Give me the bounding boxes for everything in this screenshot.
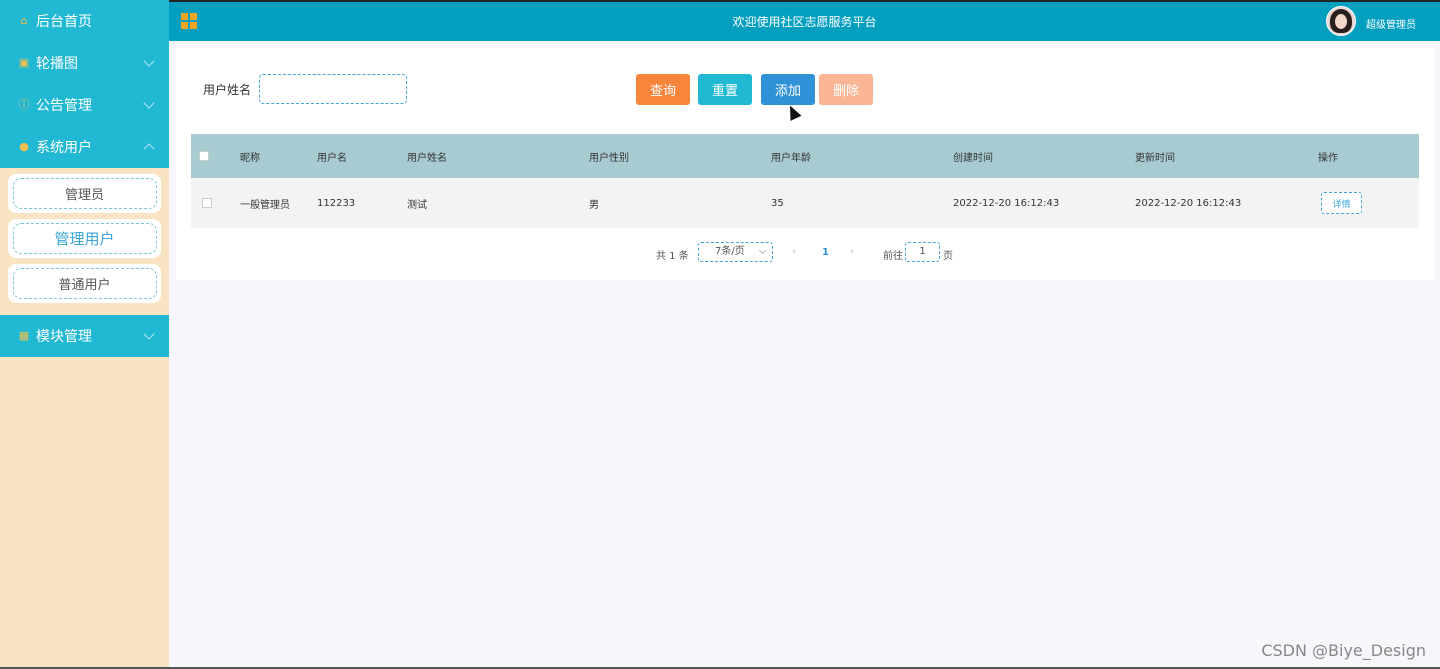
- column-header-age: 用户年龄: [771, 152, 811, 164]
- page-size-value: 7条/页: [715, 246, 745, 257]
- user-name[interactable]: 超级管理员: [1366, 16, 1416, 31]
- cell-created: 2022-12-20 16:12:43: [953, 197, 1060, 209]
- content-panel: 用户姓名 查询 重置 添加 删除 昵称 用户名 用户姓名 用户性别 用户年龄 创…: [176, 48, 1434, 280]
- goto-label: 前往: [883, 251, 903, 262]
- cell-nickname: 一般管理员: [240, 199, 290, 211]
- search-label: 用户姓名: [203, 83, 252, 97]
- watermark: CSDN @Biye_Design: [1261, 641, 1426, 660]
- top-header: 欢迎使用社区志愿服务平台 超级管理员: [169, 0, 1440, 41]
- page-title: 欢迎使用社区志愿服务平台: [732, 15, 877, 29]
- column-header-created: 创建时间: [953, 152, 993, 164]
- page-size-select[interactable]: 7条/页: [698, 242, 773, 262]
- chevron-down-icon: [143, 97, 155, 109]
- goto-page-input[interactable]: 1: [905, 242, 940, 262]
- user-icon: ●: [19, 140, 29, 153]
- info-icon: ⓘ: [18, 98, 30, 111]
- sidebar-item-label: 后台首页: [36, 14, 92, 30]
- chevron-up-icon: [143, 143, 155, 155]
- cell-gender: 男: [589, 199, 599, 211]
- select-all-checkbox[interactable]: [199, 151, 209, 161]
- image-icon: ▣: [18, 56, 30, 69]
- row-checkbox[interactable]: [202, 198, 212, 208]
- detail-button[interactable]: 详情: [1321, 192, 1362, 214]
- chevron-down-icon: [758, 246, 767, 255]
- sidebar-item-label: 系统用户: [36, 140, 92, 156]
- chevron-down-icon: [143, 328, 155, 340]
- submenu-item-label: 管理用户: [12, 223, 157, 254]
- mouse-cursor-icon: [784, 103, 802, 121]
- submenu-item-admin[interactable]: 管理员: [8, 174, 161, 213]
- search-input[interactable]: [259, 74, 407, 104]
- pagination-total: 共 1 条: [656, 251, 689, 262]
- page-number[interactable]: 1: [822, 247, 829, 258]
- sidebar-item-carousel[interactable]: ▣ 轮播图: [0, 42, 169, 84]
- table-header: 昵称 用户名 用户姓名 用户性别 用户年龄 创建时间 更新时间 操作: [191, 134, 1419, 178]
- cell-updated: 2022-12-20 16:12:43: [1135, 197, 1242, 209]
- cell-username: 112233: [317, 197, 356, 209]
- sidebar-item-system-users[interactable]: ● 系统用户: [0, 126, 169, 168]
- sidebar-item-announcements[interactable]: ⓘ 公告管理: [0, 84, 169, 126]
- submenu-item-label: 普通用户: [12, 268, 157, 299]
- submenu-item-regular-users[interactable]: 普通用户: [8, 264, 161, 303]
- avatar[interactable]: [1326, 6, 1356, 36]
- next-page-icon[interactable]: ›: [850, 246, 854, 257]
- column-header-realname: 用户姓名: [407, 152, 447, 164]
- sidebar-item-home[interactable]: ⌂ 后台首页: [0, 0, 169, 42]
- sidebar-item-label: 轮播图: [36, 56, 78, 72]
- users-table: 昵称 用户名 用户姓名 用户性别 用户年龄 创建时间 更新时间 操作 一般管理员…: [191, 134, 1419, 228]
- submenu-system-users: 管理员 管理用户 普通用户: [0, 168, 169, 315]
- reset-button[interactable]: 重置: [698, 74, 752, 105]
- prev-page-icon[interactable]: ‹: [792, 246, 796, 257]
- table-row: 一般管理员 112233 测试 男 35 2022-12-20 16:12:43…: [191, 178, 1419, 228]
- delete-button[interactable]: 删除: [819, 74, 873, 105]
- sidebar-item-label: 公告管理: [36, 98, 92, 114]
- sidebar-item-modules[interactable]: ▦ 模块管理: [0, 315, 169, 357]
- cell-age: 35: [771, 197, 784, 209]
- sidebar: ⌂ 后台首页 ▣ 轮播图 ⓘ 公告管理 ● 系统用户 管理员 管理用户 普通用户…: [0, 0, 169, 669]
- query-button[interactable]: 查询: [636, 74, 690, 105]
- goto-suffix: 页: [943, 251, 953, 262]
- column-header-updated: 更新时间: [1135, 152, 1175, 164]
- home-icon: ⌂: [20, 14, 28, 27]
- add-button[interactable]: 添加: [761, 74, 815, 105]
- submenu-item-label: 管理员: [12, 178, 157, 209]
- chevron-down-icon: [143, 55, 155, 67]
- submenu-item-manage-users[interactable]: 管理用户: [8, 219, 161, 258]
- grid-icon: ▦: [18, 329, 30, 342]
- cell-realname: 测试: [407, 199, 427, 211]
- column-header-actions: 操作: [1318, 152, 1338, 164]
- pagination: 共 1 条 7条/页 ‹ 1 › 前往 1 页: [176, 240, 1434, 264]
- column-header-username: 用户名: [317, 152, 347, 164]
- column-header-gender: 用户性别: [589, 152, 629, 164]
- column-header-nickname: 昵称: [240, 152, 260, 164]
- sidebar-item-label: 模块管理: [36, 329, 92, 345]
